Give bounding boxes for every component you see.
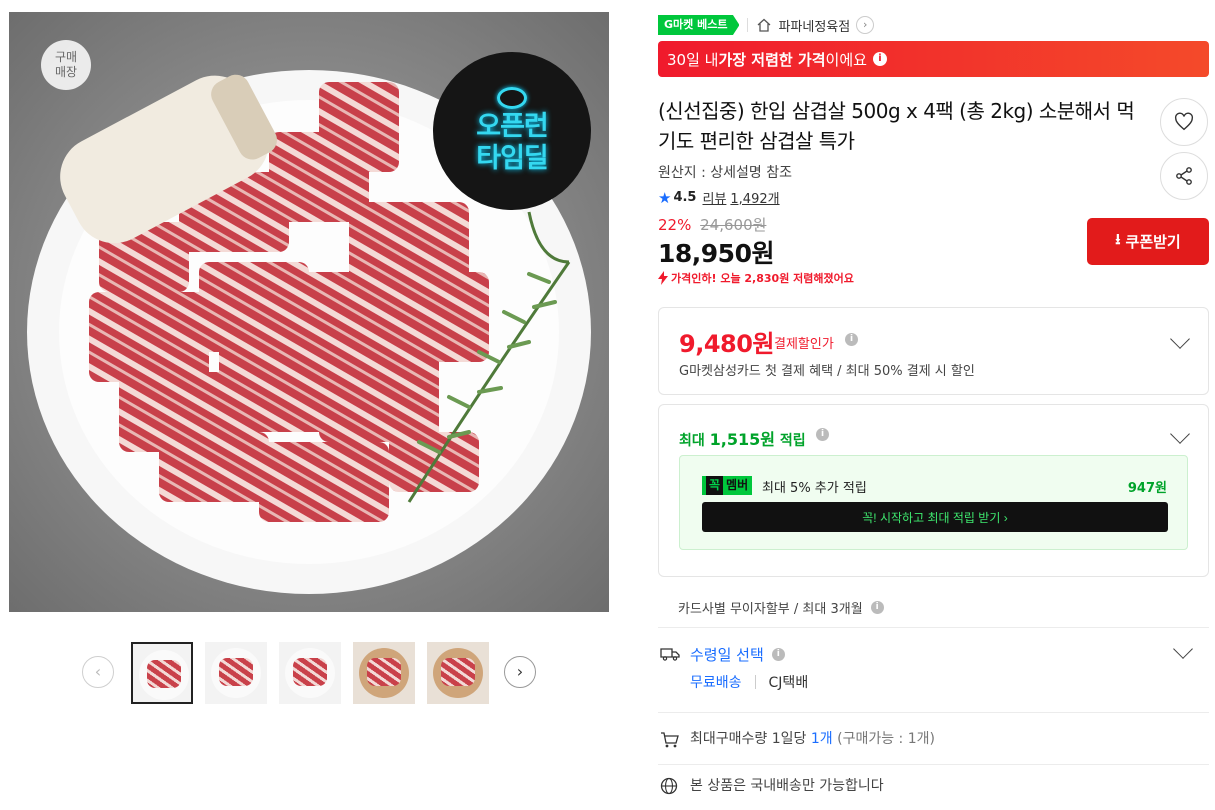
gmarket-best-badge[interactable]: G마켓 베스트 xyxy=(658,15,740,35)
star-icon: ★ xyxy=(658,188,672,207)
product-title: (신선집중) 한입 삼겹살 500g x 4팩 (총 2kg) 소분해서 먹기도… xyxy=(658,99,1135,153)
reward-suffix: 적립 xyxy=(774,433,806,449)
sale-price: 18,950원 xyxy=(658,239,774,268)
share-button[interactable] xyxy=(1160,152,1208,200)
banner-suffix: 이에요 xyxy=(825,50,867,69)
info-icon[interactable]: i xyxy=(872,52,887,66)
cart-icon xyxy=(661,732,679,748)
review-link[interactable]: 리뷰 xyxy=(702,188,726,207)
kkok-member-badge: 꼭 멤버 xyxy=(702,476,753,495)
carrier-name: CJ택배 xyxy=(768,675,809,691)
store-badge: 구매 매장 xyxy=(41,40,91,90)
info-icon[interactable]: i xyxy=(870,601,884,614)
origin-info: 원산지 : 상세설명 참조 xyxy=(658,165,792,181)
installment-info: 카드사별 무이자할부 / 최대 3개월 i xyxy=(678,598,884,617)
max-purchase-info: 최대구매수량 1일당 1개 (구매가능 : 1개) xyxy=(690,728,935,748)
home-icon xyxy=(758,18,771,32)
info-icon[interactable]: i xyxy=(845,333,858,346)
lightning-icon xyxy=(658,271,668,285)
payment-discount-box[interactable]: 9,480원 결제할인가 i G마켓삼성카드 첫 결제 혜택 / 최대 50% … xyxy=(658,307,1209,395)
globe-icon xyxy=(660,777,678,795)
thumbnail-strip: ‹ › xyxy=(82,642,537,704)
chevron-down-icon[interactable] xyxy=(1170,424,1190,444)
coupon-button-label: 쿠폰받기 xyxy=(1125,234,1181,251)
delivery-date-select[interactable]: 수령일 선택 i xyxy=(690,644,785,665)
payment-discount-description: G마켓삼성카드 첫 결제 혜택 / 최대 50% 결제 시 할인 xyxy=(679,364,975,379)
product-page: 구매 매장 오픈런 타임딜 ‹ › G마켓 베스트 파파네정육점 › 30일 내 xyxy=(0,0,1215,810)
open-run-timedeal-badge: 오픈런 타임딜 xyxy=(433,52,591,210)
original-price: 24,600원 xyxy=(700,216,767,234)
truck-icon xyxy=(660,648,680,661)
thumbnail-4[interactable] xyxy=(353,642,415,704)
wishlist-button[interactable] xyxy=(1160,98,1208,146)
store-badge-text: 구매 매장 xyxy=(54,50,78,79)
max-purchase-count: 1개 xyxy=(810,731,833,747)
divider xyxy=(658,712,1209,713)
installment-text: 카드사별 무이자할부 / 최대 3개월 xyxy=(678,602,863,617)
rating-value: 4.5 xyxy=(673,190,697,205)
discount-row: 22% 24,600원 xyxy=(658,214,766,235)
discount-rate: 22% xyxy=(658,216,692,234)
kkok-badge-text: 멤버 xyxy=(726,478,749,492)
divider xyxy=(754,675,756,689)
info-icon[interactable]: i xyxy=(816,428,829,441)
max-reward: 최대 1,515원 적립 xyxy=(679,426,806,450)
alarm-clock-icon xyxy=(497,87,527,109)
member-reward-amount: 947원 xyxy=(1127,481,1167,496)
thumbnail-5[interactable] xyxy=(427,642,489,704)
reward-amount: 1,515원 xyxy=(709,430,775,449)
free-shipping: 무료배송 xyxy=(690,675,742,691)
price-drop-text: 가격인하! 오늘 2,830원 저렴해졌어요 xyxy=(671,272,854,285)
divider xyxy=(658,627,1209,628)
info-icon[interactable]: i xyxy=(771,648,785,661)
thumbnail-1[interactable] xyxy=(131,642,193,704)
shop-name-link[interactable]: 파파네정육점 xyxy=(778,16,850,35)
banner-emphasis: 가장 저렴한 가격 xyxy=(718,50,826,69)
open-run-line1: 오픈런 xyxy=(476,111,549,142)
seller-row: G마켓 베스트 파파네정육점 › xyxy=(658,14,875,36)
shipping-info: 무료배송 CJ택배 xyxy=(690,672,808,692)
divider xyxy=(747,18,749,32)
download-icon: ⭳ xyxy=(1115,231,1121,248)
kkok-start-button[interactable]: 꼭! 시작하고 최대 적립 받기 › xyxy=(702,502,1168,532)
banner-prefix: 30일 내 xyxy=(667,50,719,69)
max-purchase-available: (구매가능 : 1개) xyxy=(832,731,935,747)
kkok-badge-mark: 꼭 xyxy=(706,476,724,495)
heart-icon xyxy=(1175,112,1193,131)
thumbnail-prev-button[interactable]: ‹ xyxy=(82,656,114,688)
chevron-down-icon[interactable] xyxy=(1173,639,1193,659)
thumbnail-3[interactable] xyxy=(279,642,341,704)
lowest-price-banner: 30일 내 가장 저렴한 가격 이에요 i xyxy=(658,41,1209,77)
coupon-button[interactable]: ⭳ 쿠폰받기 xyxy=(1087,218,1209,265)
shop-arrow-icon[interactable]: › xyxy=(856,16,875,34)
divider xyxy=(658,764,1209,765)
review-count-link[interactable]: 1,492개 xyxy=(730,188,779,207)
share-icon xyxy=(1176,167,1192,185)
delivery-select-label: 수령일 선택 xyxy=(690,646,764,664)
thumbnail-2[interactable] xyxy=(205,642,267,704)
main-product-image[interactable]: 구매 매장 오픈런 타임딜 xyxy=(9,12,609,612)
reward-box: 최대 1,515원 적립 i 꼭 멤버 최대 5% 추가 적립 947원 꼭! 시… xyxy=(658,404,1209,577)
domestic-shipping-notice: 본 상품은 국내배송만 가능합니다 xyxy=(690,778,884,794)
payment-discount-label: 결제할인가 xyxy=(774,337,834,352)
price-drop-notice: 가격인하! 오늘 2,830원 저렴해졌어요 xyxy=(658,270,854,286)
chevron-down-icon[interactable] xyxy=(1170,329,1190,349)
payment-discount-price: 9,480원 xyxy=(679,330,775,358)
rating-row: ★ 4.5 리뷰 1,492개 xyxy=(658,188,780,208)
max-purchase-prefix: 최대구매수량 1일당 xyxy=(690,731,811,747)
member-reward-text: 최대 5% 추가 적립 xyxy=(762,481,867,496)
reward-prefix: 최대 xyxy=(679,433,710,449)
membership-panel: 꼭 멤버 최대 5% 추가 적립 947원 꼭! 시작하고 최대 적립 받기 › xyxy=(679,455,1188,550)
open-run-line2: 타임딜 xyxy=(476,143,549,174)
thumbnail-next-button[interactable]: › xyxy=(504,656,536,688)
